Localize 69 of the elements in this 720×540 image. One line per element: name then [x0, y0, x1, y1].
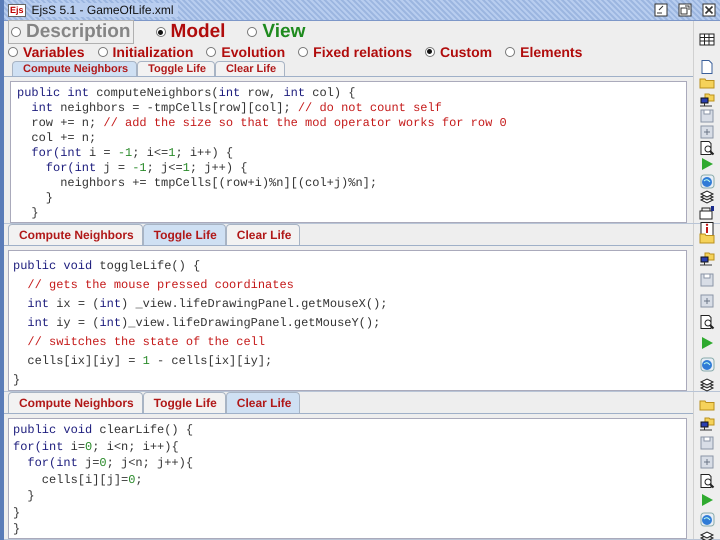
- radio-option[interactable]: Elements: [505, 44, 582, 60]
- code-line: public void toggleLife() {: [13, 258, 200, 275]
- save-as-icon[interactable]: [699, 124, 715, 140]
- network-folder-icon[interactable]: [699, 251, 715, 267]
- restore-icon[interactable]: [678, 3, 692, 17]
- code-line: cells[i][j]=0;: [40, 472, 143, 488]
- save-icon[interactable]: [699, 272, 715, 288]
- minimize-icon[interactable]: [654, 3, 668, 17]
- code-line: }: [13, 521, 20, 538]
- radio-option[interactable]: View: [247, 21, 306, 43]
- radio-option[interactable]: Custom: [424, 44, 492, 60]
- code-line: cells[ix][iy] = 1 - cells[ix][iy];: [26, 353, 272, 370]
- code-line: public void clearLife() {: [13, 422, 194, 438]
- radio-option[interactable]: Model: [156, 21, 226, 43]
- tab[interactable]: Toggle Life: [142, 224, 226, 245]
- globe-icon[interactable]: [699, 172, 715, 188]
- code-line: public int computeNeighbors(int row, int col) {: [17, 86, 356, 101]
- code-line: int ix = (int) _view.lifeDrawingPanel.getMouseX();: [26, 296, 388, 313]
- code-line: for(int j=0; j<n; j++){: [26, 455, 194, 472]
- code-editor[interactable]: [8, 250, 687, 391]
- code-line: // switches the state of the cell: [26, 334, 266, 351]
- tab[interactable]: Compute Neighbors: [12, 61, 138, 76]
- magnifier-icon[interactable]: [699, 473, 715, 489]
- toolbox-icon[interactable]: [699, 204, 715, 221]
- code-line: int iy = (int)_view.lifeDrawingPanel.getMouseY();: [26, 315, 380, 332]
- window-title: EjsS 5.1 - GameOfLife.xml: [32, 3, 178, 17]
- stack-icon[interactable]: [699, 188, 715, 205]
- magnifier-icon[interactable]: [699, 314, 715, 330]
- code-line: }: [13, 504, 20, 521]
- tab[interactable]: Clear Life: [214, 61, 286, 76]
- code-line: }: [30, 206, 39, 221]
- document-icon[interactable]: [699, 59, 715, 76]
- code-line: neighbors += tmpCells[(row+i)%n][(col+j)%n];: [59, 176, 378, 191]
- code-line: }: [44, 191, 54, 206]
- radio-option[interactable]: Initialization: [98, 44, 194, 60]
- code-line: for(int i = -1; i<=1; i++) {: [30, 146, 234, 161]
- play-icon[interactable]: [699, 335, 715, 351]
- app-icon: Ejs: [8, 4, 26, 16]
- tab[interactable]: Compute Neighbors: [8, 224, 143, 245]
- code-line: for(int j = -1; j<=1; j++) {: [44, 161, 248, 176]
- radio-option[interactable]: Evolution: [206, 44, 286, 60]
- code-line: row += n; // add the size so that the mod operator works for row 0: [30, 116, 507, 131]
- network-folder-icon[interactable]: [699, 416, 715, 432]
- code-editor[interactable]: public void clearLife() { for(int i=0; i<n; i++){ for(int j=0; j<n; j++){ cells[i][j]=0; } } }: [8, 418, 687, 539]
- code-line: }: [26, 488, 35, 504]
- code-line: }: [13, 372, 20, 389]
- code-line: col += n;: [30, 131, 96, 146]
- radio-option[interactable]: Variables: [8, 44, 84, 60]
- radio-option[interactable]: Description: [8, 20, 134, 44]
- code-editor[interactable]: [10, 81, 687, 223]
- globe-icon[interactable]: [699, 511, 715, 527]
- radio-option[interactable]: Fixed relations: [298, 44, 412, 60]
- stack-icon[interactable]: [699, 377, 715, 393]
- tab[interactable]: Toggle Life: [142, 392, 226, 413]
- code-line: int neighbors = -tmpCells[row][col]; // do not count self: [30, 101, 442, 116]
- code-line: // gets the mouse pressed coordinates: [26, 277, 294, 294]
- tab[interactable]: Clear Life: [226, 392, 300, 413]
- save-as-icon[interactable]: [699, 293, 715, 309]
- save-as-icon[interactable]: [699, 454, 715, 470]
- close-icon[interactable]: [702, 3, 716, 17]
- network-folder-icon[interactable]: [699, 92, 715, 108]
- code-line: for(int i=0; i<n; i++){: [13, 438, 179, 455]
- grid-icon[interactable]: [699, 32, 715, 48]
- magnifier-icon[interactable]: [699, 140, 715, 156]
- info-icon[interactable]: [699, 221, 715, 238]
- globe-icon[interactable]: [699, 356, 715, 372]
- tab[interactable]: Toggle Life: [137, 61, 215, 76]
- tab[interactable]: Compute Neighbors: [8, 392, 143, 413]
- tab[interactable]: Clear Life: [226, 224, 300, 245]
